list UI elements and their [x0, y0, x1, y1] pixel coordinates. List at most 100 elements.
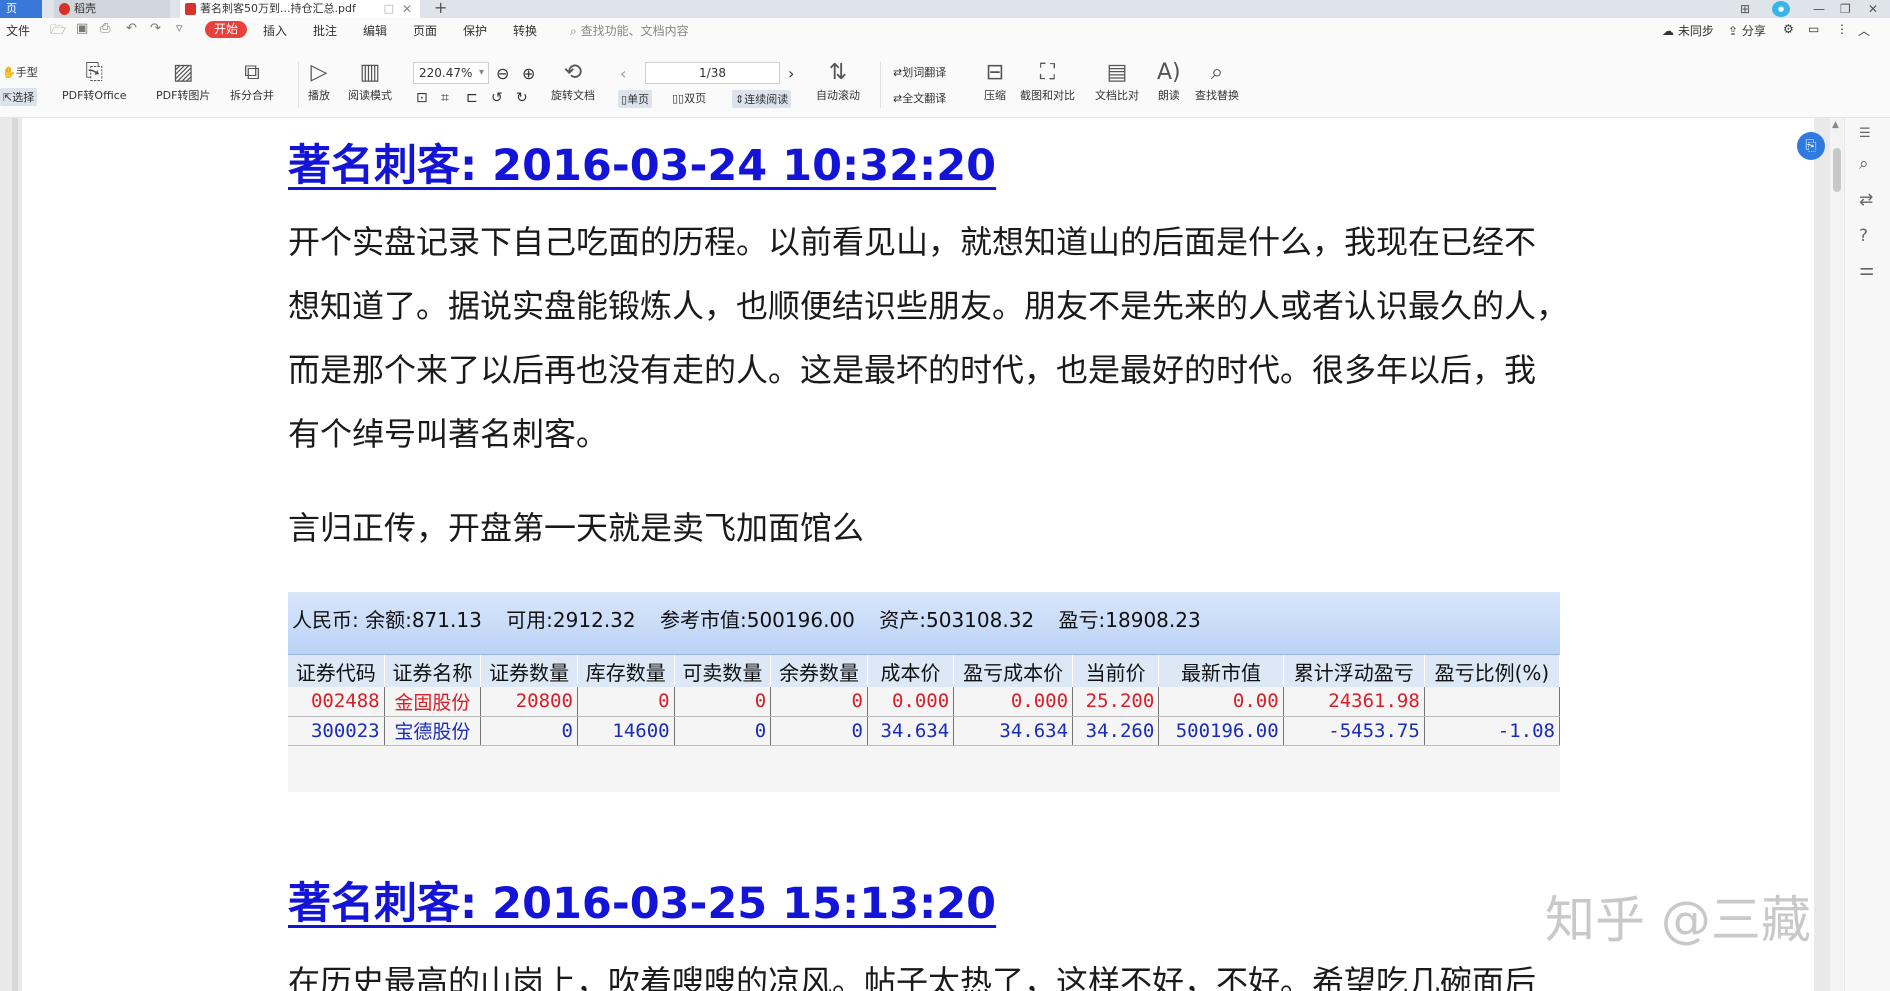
rotate-doc-button[interactable]: ⟲ 旋转文档: [551, 60, 595, 104]
tab-docer-label: 稻壳: [74, 2, 96, 15]
scroll-up-icon[interactable]: ▲: [1832, 120, 1839, 130]
vertical-scrollbar[interactable]: ▲: [1830, 118, 1844, 991]
save-icon[interactable]: ▣: [76, 21, 88, 36]
zoom-in-icon[interactable]: ⊕: [522, 64, 535, 83]
zoom-search-icon[interactable]: ⌕: [1859, 154, 1869, 174]
tab-pdf-document[interactable]: 著名刺客50万到...持仓汇总.pdf □ ✕: [180, 0, 420, 18]
divider: [298, 62, 299, 108]
summary-profit: 盈亏:18908.23: [1058, 608, 1201, 632]
fit-width-icon[interactable]: ⊏: [466, 90, 478, 106]
compare-icon: ▤: [1106, 60, 1128, 85]
sync-status[interactable]: ☁ 未同步: [1662, 22, 1714, 39]
tab-home[interactable]: 页: [0, 0, 42, 18]
rotate-left-icon[interactable]: ↺: [491, 90, 503, 106]
tab-bar: 页 稻壳 著名刺客50万到...持仓汇总.pdf □ ✕ + ⊞ ● — ❐ ✕: [0, 0, 1890, 18]
doc-compare-button[interactable]: ▤ 文档比对: [1095, 60, 1139, 104]
read-aloud-button[interactable]: A) 朗读: [1157, 60, 1181, 104]
col-pl-ratio: 盈亏比例(%): [1424, 655, 1561, 687]
undo-icon[interactable]: ↶: [126, 21, 137, 36]
actual-size-icon[interactable]: ⊡: [416, 90, 428, 106]
chevron-down-icon: ▾: [478, 67, 484, 78]
find-replace-button[interactable]: ⌕ 查找替换: [1195, 60, 1239, 104]
rotate-right-icon[interactable]: ↻: [516, 90, 528, 106]
grid-icon[interactable]: ⊞: [1740, 0, 1750, 18]
split-merge-button[interactable]: ⧉ 拆分合并: [230, 60, 274, 104]
restore-icon[interactable]: ❐: [1840, 0, 1851, 18]
hand-tool[interactable]: ✋手型: [2, 64, 38, 80]
full-translate-button[interactable]: ⇄全文翻译: [893, 90, 946, 106]
pdf-to-office-icon: ⎘: [85, 60, 104, 85]
zoom-select[interactable]: 220.47% ▾: [413, 62, 489, 84]
menu-page[interactable]: 页面: [413, 22, 437, 39]
page-number-input[interactable]: 1/38: [645, 62, 780, 84]
scrollbar-thumb[interactable]: [1833, 148, 1841, 192]
text-line: 而是那个来了以后再也没有走的人。这是最坏的时代，也是最好的时代。很多年以后，我: [288, 351, 1537, 389]
post-body-3: 在历史最高的山岗上，吹着嗖嗖的凉风。帖子太热了，这样不好，不好。希望吃几碗面后: [288, 950, 1618, 991]
autoscroll-button[interactable]: ⇅ 自动滚动: [816, 60, 860, 104]
summary-assets: 资产:503108.32: [879, 608, 1035, 632]
single-page-button[interactable]: ▯单页: [618, 90, 653, 108]
menu-convert[interactable]: 转换: [513, 22, 537, 39]
screenshot-compare-button[interactable]: ⛶ 截图和对比: [1020, 60, 1075, 104]
prev-page-icon[interactable]: ‹: [620, 64, 626, 83]
avatar[interactable]: ●: [1772, 1, 1790, 17]
pin-icon[interactable]: □: [384, 0, 394, 18]
menu-insert[interactable]: 插入: [263, 22, 287, 39]
screenshot-icon: ⛶: [1039, 60, 1056, 85]
play-button[interactable]: ▷ 播放: [308, 60, 330, 104]
cell: 0: [674, 687, 772, 717]
floating-tool-button[interactable]: ⎘: [1797, 132, 1825, 160]
menu-protect[interactable]: 保护: [463, 22, 487, 39]
translate-icon[interactable]: ⇄: [1859, 190, 1873, 210]
menu-file[interactable]: 文件: [6, 22, 30, 39]
cloud-icon: ☁: [1662, 24, 1674, 38]
collapse-ribbon-icon[interactable]: ︿: [1858, 22, 1870, 39]
col-breakeven: 盈亏成本价: [953, 655, 1074, 687]
help-icon[interactable]: ?: [1859, 226, 1868, 246]
cell: 500196.00: [1158, 716, 1284, 746]
read-mode-button[interactable]: ▥ 阅读模式: [348, 60, 392, 104]
search-function[interactable]: ⌕ 查找功能、文档内容: [570, 22, 689, 39]
tab-docer[interactable]: 稻壳: [54, 0, 170, 18]
minimize-icon[interactable]: —: [1813, 0, 1825, 18]
close-window-icon[interactable]: ✕: [1868, 0, 1878, 18]
word-translate-button[interactable]: ⇄划词翻译: [893, 64, 946, 80]
menu-edit[interactable]: 编辑: [363, 22, 387, 39]
menu-start[interactable]: 开始: [205, 21, 247, 38]
continuous-read-button[interactable]: ⇕连续阅读: [732, 90, 792, 108]
adjust-icon[interactable]: ⚌: [1859, 260, 1874, 280]
post-heading-2[interactable]: 著名刺客: 2016-03-25 15:13:20: [288, 874, 996, 934]
compress-button[interactable]: ⊟ 压缩: [984, 60, 1006, 104]
post-body-2: 言归正传，开盘第一天就是卖飞加面馆么: [288, 509, 865, 547]
new-tab-button[interactable]: +: [434, 0, 447, 16]
zoom-out-icon[interactable]: ⊖: [496, 64, 509, 83]
share-label: 分享: [1741, 24, 1766, 38]
double-page-button[interactable]: ▯▯双页: [672, 90, 706, 106]
post-heading-1[interactable]: 著名刺客: 2016-03-24 10:32:20: [288, 136, 996, 196]
cell: -1.08: [1424, 716, 1561, 746]
redo-icon[interactable]: ↷: [150, 21, 161, 36]
settings-icon[interactable]: ⚙: [1783, 22, 1794, 36]
double-page-label: 双页: [684, 92, 707, 105]
pdf-icon: [185, 3, 196, 15]
print-icon[interactable]: ⎙: [100, 21, 110, 36]
split-merge-icon: ⧉: [244, 60, 260, 85]
fit-page-icon[interactable]: ⌗: [441, 90, 449, 106]
close-tab-icon[interactable]: ✕: [402, 0, 412, 18]
holdings-screenshot: 人民币: 余额:871.13 可用:2912.32 参考市值:500196.00…: [288, 592, 1561, 792]
pdf-to-office-button[interactable]: ⎘ PDF转Office: [62, 60, 127, 104]
pdf-to-image-button[interactable]: ▨ PDF转图片: [156, 60, 210, 104]
next-page-icon[interactable]: ›: [788, 64, 794, 83]
play-label: 播放: [308, 89, 330, 102]
share-icon: ⇪: [1728, 24, 1739, 38]
feedback-icon[interactable]: ▭: [1808, 22, 1819, 36]
panel-menu-icon[interactable]: ☰: [1859, 126, 1871, 141]
share-button[interactable]: ⇪ 分享: [1728, 22, 1766, 39]
summary-market-value: 参考市值:500196.00: [660, 608, 855, 632]
hand-tool-label: 手型: [15, 66, 38, 79]
select-tool[interactable]: ⇱选择: [0, 88, 38, 106]
menu-annotate[interactable]: 批注: [313, 22, 337, 39]
more-icon[interactable]: ⋮: [1836, 22, 1848, 36]
col-sellable: 可卖数量: [674, 655, 772, 687]
quick-menu-icon[interactable]: ▿: [176, 21, 183, 36]
